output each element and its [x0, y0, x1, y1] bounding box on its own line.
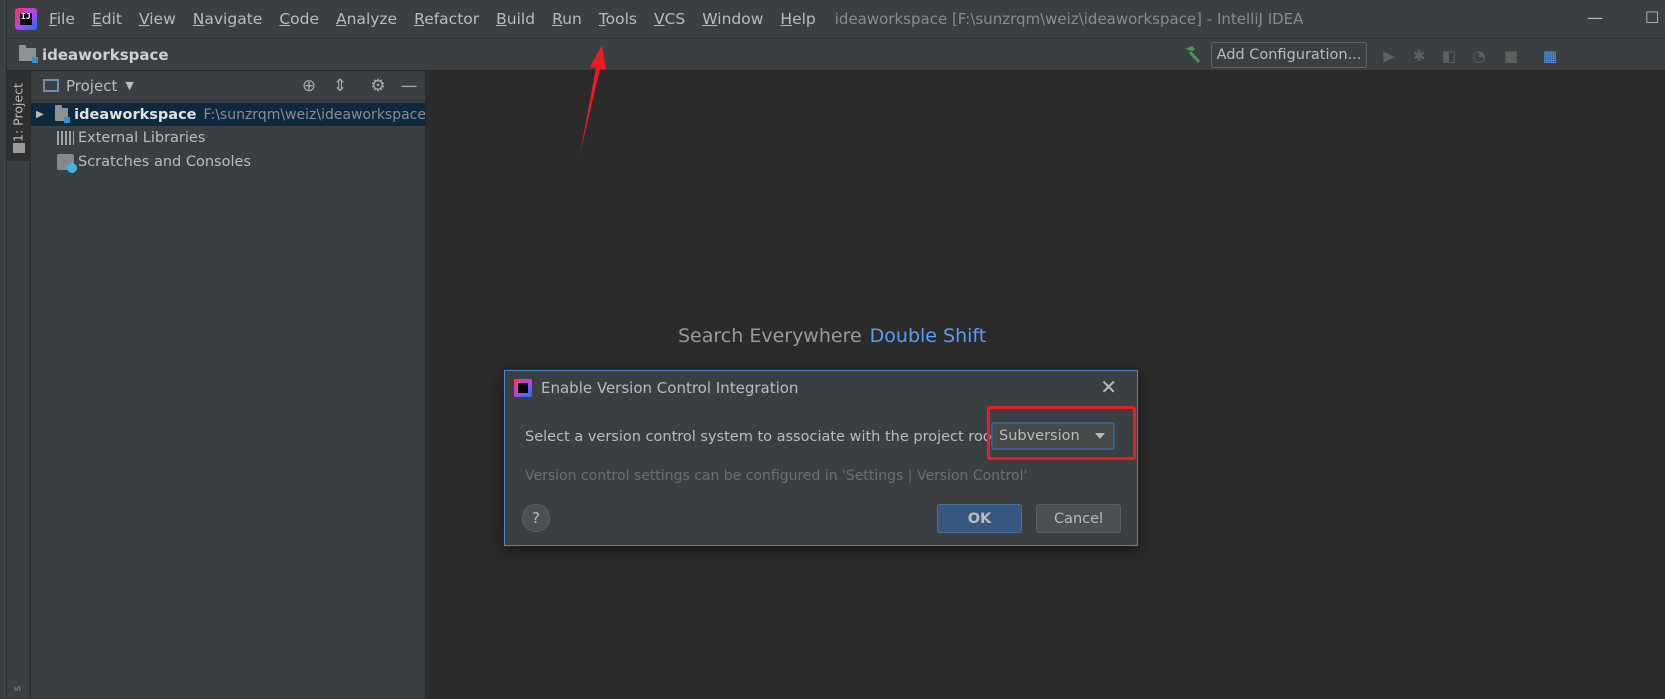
menu-analyze[interactable]: Analyze	[336, 8, 397, 30]
enable-vcs-dialog: Enable Version Control Integration ✕ Sel…	[504, 370, 1138, 546]
stop-icon[interactable]: ■	[1502, 47, 1520, 65]
coverage-icon[interactable]: ◧	[1440, 47, 1458, 65]
intellij-idea-icon[interactable]: IJ	[15, 8, 37, 30]
breadcrumb-project[interactable]: ideaworkspace	[42, 46, 169, 64]
dialog-title: Enable Version Control Integration	[541, 378, 799, 397]
ok-button[interactable]: OK	[937, 504, 1022, 533]
annotation-highlight-box	[987, 406, 1136, 460]
module-folder-icon	[54, 105, 71, 123]
minimize-icon[interactable]: —	[1587, 8, 1603, 27]
project-panel: Project ▼ ⊕ ⇕ ⚙ — ▶ ideaworkspace F:\sun…	[31, 71, 426, 699]
menu-refactor[interactable]: Refactor	[414, 8, 479, 30]
menu-edit[interactable]: Edit	[92, 8, 122, 30]
project-folder-icon	[19, 45, 38, 63]
project-structure-icon[interactable]: ▦	[1541, 47, 1559, 65]
structure-tool-tab[interactable]: s	[10, 686, 23, 692]
menu-vcs[interactable]: VCS	[654, 8, 685, 30]
menu-code[interactable]: Code	[279, 8, 319, 30]
menu-file[interactable]: File	[49, 8, 75, 30]
close-icon[interactable]: ✕	[1100, 376, 1117, 398]
dialog-title-bar[interactable]: Enable Version Control Integration ✕	[505, 371, 1137, 404]
project-tool-tab[interactable]: 1: Project	[7, 71, 30, 161]
left-tool-strip: 1: Project s	[7, 71, 30, 699]
run-icon[interactable]: ▶	[1380, 47, 1398, 65]
tree-item-external-libraries[interactable]: External Libraries	[31, 126, 426, 149]
menu-bar: IJ File Edit View Navigate Code Analyze …	[7, 0, 1665, 38]
chevron-down-icon[interactable]: ▼	[125, 79, 133, 92]
tree-item-path: F:\sunzrqm\weiz\ideaworkspace	[203, 106, 426, 123]
window-left-edge	[0, 0, 7, 699]
hide-icon[interactable]: —	[399, 77, 419, 95]
menu-run[interactable]: Run	[552, 8, 582, 30]
breadcrumb[interactable]: ideaworkspace	[19, 45, 169, 64]
folder-icon	[13, 143, 25, 153]
menu-help[interactable]: Help	[780, 8, 815, 30]
gear-icon[interactable]: ⚙	[368, 77, 388, 95]
project-view-icon	[43, 79, 59, 92]
menu-window[interactable]: Window	[702, 8, 763, 30]
annotation-arrow-icon	[580, 45, 606, 154]
cancel-button[interactable]: Cancel	[1036, 504, 1121, 533]
tree-item-label: External Libraries	[78, 129, 206, 146]
debug-icon[interactable]: ✱	[1410, 47, 1428, 65]
tree-item-label: ideaworkspace	[74, 106, 197, 123]
library-icon	[57, 130, 74, 145]
search-everywhere-hint: Search Everywhere Double Shift	[678, 325, 986, 347]
menu-navigate[interactable]: Navigate	[193, 8, 263, 30]
window-title: ideaworkspace [F:\sunzrqm\weiz\ideaworks…	[834, 10, 1304, 28]
project-panel-header: Project ▼ ⊕ ⇕ ⚙ —	[31, 71, 425, 101]
profile-icon[interactable]: ◔	[1470, 47, 1488, 65]
intellij-idea-icon	[514, 378, 532, 397]
build-hammer-icon[interactable]	[1182, 45, 1204, 65]
tree-item-scratches[interactable]: Scratches and Consoles	[31, 150, 426, 173]
scratches-icon	[57, 153, 77, 173]
menu-tools[interactable]: Tools	[599, 8, 637, 30]
project-view-selector[interactable]: Project	[66, 77, 117, 95]
menu-view[interactable]: View	[139, 8, 176, 30]
maximize-icon[interactable]: ☐	[1645, 8, 1659, 27]
project-tool-tab-label: 1: Project	[10, 83, 26, 142]
hint-shortcut: Double Shift	[869, 325, 987, 347]
help-button[interactable]: ?	[522, 504, 550, 532]
tree-item-ideaworkspace[interactable]: ▶ ideaworkspace F:\sunzrqm\weiz\ideawork…	[31, 103, 426, 126]
menu-build[interactable]: Build	[496, 8, 535, 30]
locate-icon[interactable]: ⊕	[299, 77, 319, 95]
add-configuration-button[interactable]: Add Configuration...	[1211, 42, 1367, 68]
vcs-prompt-label: Select a version control system to assoc…	[525, 429, 1003, 445]
tree-item-label: Scratches and Consoles	[78, 153, 251, 170]
hint-text: Search Everywhere	[678, 325, 862, 347]
collapse-all-icon[interactable]: ⇕	[330, 77, 350, 95]
vcs-settings-note: Version control settings can be configur…	[525, 468, 1028, 484]
navigation-bar: ideaworkspace Add Configuration... ▶ ✱ ◧…	[7, 38, 1665, 71]
expand-arrow-icon[interactable]: ▶	[36, 109, 44, 120]
